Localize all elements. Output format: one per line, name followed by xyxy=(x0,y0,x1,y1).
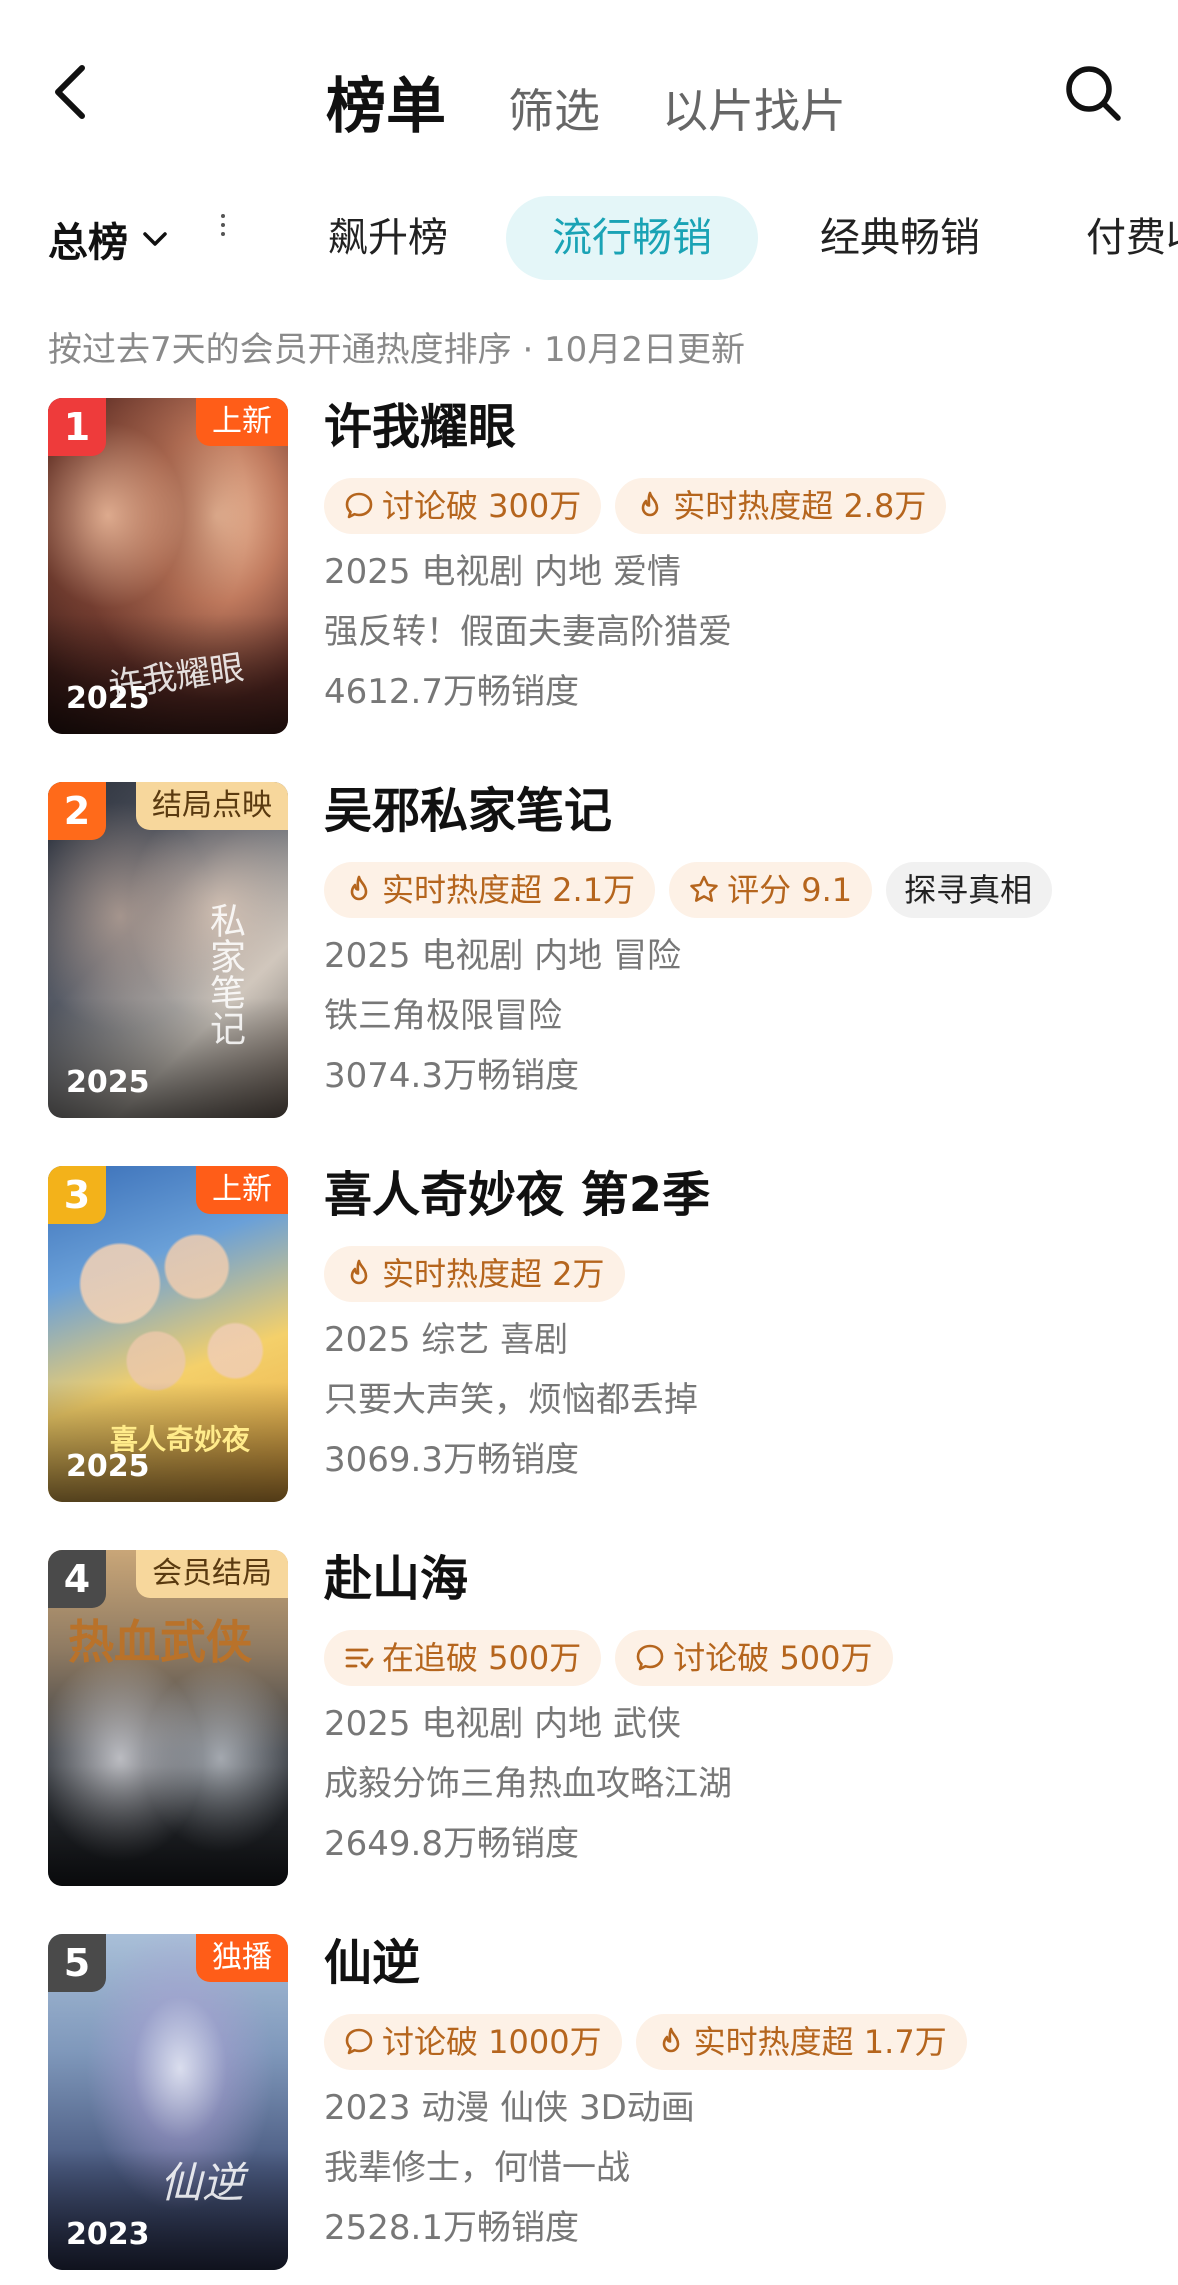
search-button[interactable] xyxy=(1062,62,1124,124)
item-meta: 2023 动漫 仙侠 3D动画 xyxy=(324,2088,695,2128)
rank-badge: 3 xyxy=(48,1166,106,1224)
item-description: 成毅分饰三角热血攻略江湖 xyxy=(324,1764,732,1804)
item-sales: 2649.8万畅销度 xyxy=(324,1824,579,1864)
item-sales: 3069.3万畅销度 xyxy=(324,1440,579,1480)
list-item[interactable]: 仙逆 5 独播 2023 仙逆 讨论破 1000万 实时热度超 1.7万 202… xyxy=(0,1934,1178,2270)
list-item[interactable]: 喜人奇妙夜 3 上新 2025 喜人奇妙夜 第2季 实时热度超 2万 2025 … xyxy=(0,1166,1178,1502)
item-meta: 2025 综艺 喜剧 xyxy=(324,1320,569,1360)
poster-year: 2023 xyxy=(66,2217,150,2252)
chip-text: 评分 9.1 xyxy=(727,871,853,909)
item-title: 许我耀眼 xyxy=(324,399,517,455)
flame-icon xyxy=(662,2027,679,2053)
poster-year: 2025 xyxy=(66,681,150,716)
list-item[interactable]: 许我耀眼 1 上新 2025 许我耀眼 讨论破 300万 实时热度超 2.8万 … xyxy=(0,398,1178,734)
tab-classic-bestselling[interactable]: 经典畅销 xyxy=(774,196,1026,280)
chip-text: 讨论破 300万 xyxy=(382,487,582,525)
ranking-description: 按过去7天的会员开通热度排序 · 10月2日更新 xyxy=(48,330,745,370)
poster-title-art: 热血武侠 xyxy=(68,1615,252,1669)
item-description: 铁三角极限冒险 xyxy=(324,996,562,1036)
item-title: 喜人奇妙夜 第2季 xyxy=(324,1167,711,1223)
chip-heat: 实时热度超 1.7万 xyxy=(635,2014,967,2070)
list-item[interactable]: 热血武侠 4 会员结局 赴山海 在追破 500万 讨论破 500万 2025 电… xyxy=(0,1550,1178,1886)
status-tag: 独播 xyxy=(196,1934,288,1982)
back-button[interactable] xyxy=(46,62,96,122)
chip-heat: 实时热度超 2.8万 xyxy=(615,478,947,534)
header-tabs: 榜单 筛选 以片找片 xyxy=(326,58,908,145)
comment-icon xyxy=(636,1644,664,1671)
more-dots-icon[interactable] xyxy=(218,214,228,244)
rank-badge: 2 xyxy=(48,782,106,840)
comment-icon xyxy=(345,2028,373,2055)
poster-year: 2025 xyxy=(66,1449,150,1484)
status-tag: 上新 xyxy=(196,398,288,446)
flame-icon xyxy=(350,875,368,901)
chip-text: 探寻真相 xyxy=(904,871,1033,909)
search-icon xyxy=(1066,66,1121,121)
comment-icon xyxy=(345,492,373,519)
chip-text: 在追破 500万 xyxy=(382,1639,582,1677)
chip-heat: 实时热度超 2.1万 xyxy=(324,862,656,918)
item-title: 吴邪私家笔记 xyxy=(324,783,613,839)
status-tag: 会员结局 xyxy=(136,1550,288,1598)
list-icon xyxy=(345,1648,374,1669)
tab-rising[interactable]: 飙升榜 xyxy=(282,196,494,280)
chevron-down-icon xyxy=(143,232,167,246)
total-ranking-label: 总榜 xyxy=(48,220,128,266)
poster: 私家笔记 2 结局点映 2025 xyxy=(48,782,288,1118)
tab-popular-bestselling[interactable]: 流行畅销 xyxy=(506,196,758,280)
flame-icon xyxy=(350,1259,368,1285)
status-tag: 结局点映 xyxy=(136,782,288,830)
chip-text: 讨论破 1000万 xyxy=(382,2023,602,2061)
chip-text: 实时热度超 2万 xyxy=(382,1255,605,1293)
flame-icon xyxy=(641,491,659,517)
item-description: 只要大声笑，烦恼都丢掉 xyxy=(324,1380,698,1420)
rank-badge: 4 xyxy=(48,1550,106,1608)
item-meta: 2025 电视剧 内地 武侠 xyxy=(324,1704,681,1744)
item-sales: 2528.1万畅销度 xyxy=(324,2208,579,2248)
rank-badge: 1 xyxy=(48,398,106,456)
item-meta: 2025 电视剧 内地 爱情 xyxy=(324,552,681,592)
chip-text: 实时热度超 2.8万 xyxy=(673,487,927,525)
chip-following: 在追破 500万 xyxy=(324,1630,602,1686)
item-description: 强反转！假面夫妻高阶猎爱 xyxy=(324,612,732,652)
status-tag: 上新 xyxy=(196,1166,288,1214)
poster: 喜人奇妙夜 3 上新 2025 xyxy=(48,1166,288,1502)
poster-title-art: 仙逆 xyxy=(160,2158,245,2207)
chip-topic: 探寻真相 xyxy=(886,862,1053,918)
poster-title-art: 私家笔记 xyxy=(204,902,245,1046)
rank-badge: 5 xyxy=(48,1934,106,1992)
poster: 仙逆 5 独播 2023 xyxy=(48,1934,288,2270)
chip-discussion: 讨论破 500万 xyxy=(615,1630,893,1686)
chip-discussion: 讨论破 1000万 xyxy=(324,2014,622,2070)
poster: 许我耀眼 1 上新 2025 xyxy=(48,398,288,734)
list-item[interactable]: 私家笔记 2 结局点映 2025 吴邪私家笔记 实时热度超 2.1万 评分 9.… xyxy=(0,782,1178,1118)
poster-year: 2025 xyxy=(66,1065,150,1100)
tab-ranking[interactable]: 榜单 xyxy=(326,58,446,145)
poster: 热血武侠 4 会员结局 xyxy=(48,1550,288,1886)
top-bar: 榜单 筛选 以片找片 xyxy=(0,0,1178,190)
tab-paid[interactable]: 付费收 xyxy=(1040,196,1178,280)
chip-rating: 评分 9.1 xyxy=(669,862,873,918)
tab-find-by-film[interactable]: 以片找片 xyxy=(662,75,846,141)
tab-filter[interactable]: 筛选 xyxy=(508,75,600,141)
chip-text: 实时热度超 1.7万 xyxy=(693,2023,947,2061)
item-sales: 4612.7万畅销度 xyxy=(324,672,579,712)
item-sales: 3074.3万畅销度 xyxy=(324,1056,579,1096)
item-title: 仙逆 xyxy=(324,1935,421,1991)
item-description: 我辈修士，何惜一战 xyxy=(324,2148,630,2188)
item-title: 赴山海 xyxy=(324,1551,469,1607)
item-meta: 2025 电视剧 内地 冒险 xyxy=(324,936,681,976)
total-ranking-dropdown[interactable]: 总榜 xyxy=(48,210,170,268)
chip-heat: 实时热度超 2万 xyxy=(324,1246,625,1302)
back-icon xyxy=(55,65,85,119)
chip-text: 实时热度超 2.1万 xyxy=(382,871,636,909)
chip-discussion: 讨论破 300万 xyxy=(324,478,602,534)
chip-text: 讨论破 500万 xyxy=(673,1639,873,1677)
category-bar: 总榜 飙升榜 流行畅销 经典畅销 付费收 xyxy=(0,196,1178,280)
star-icon xyxy=(690,875,718,902)
